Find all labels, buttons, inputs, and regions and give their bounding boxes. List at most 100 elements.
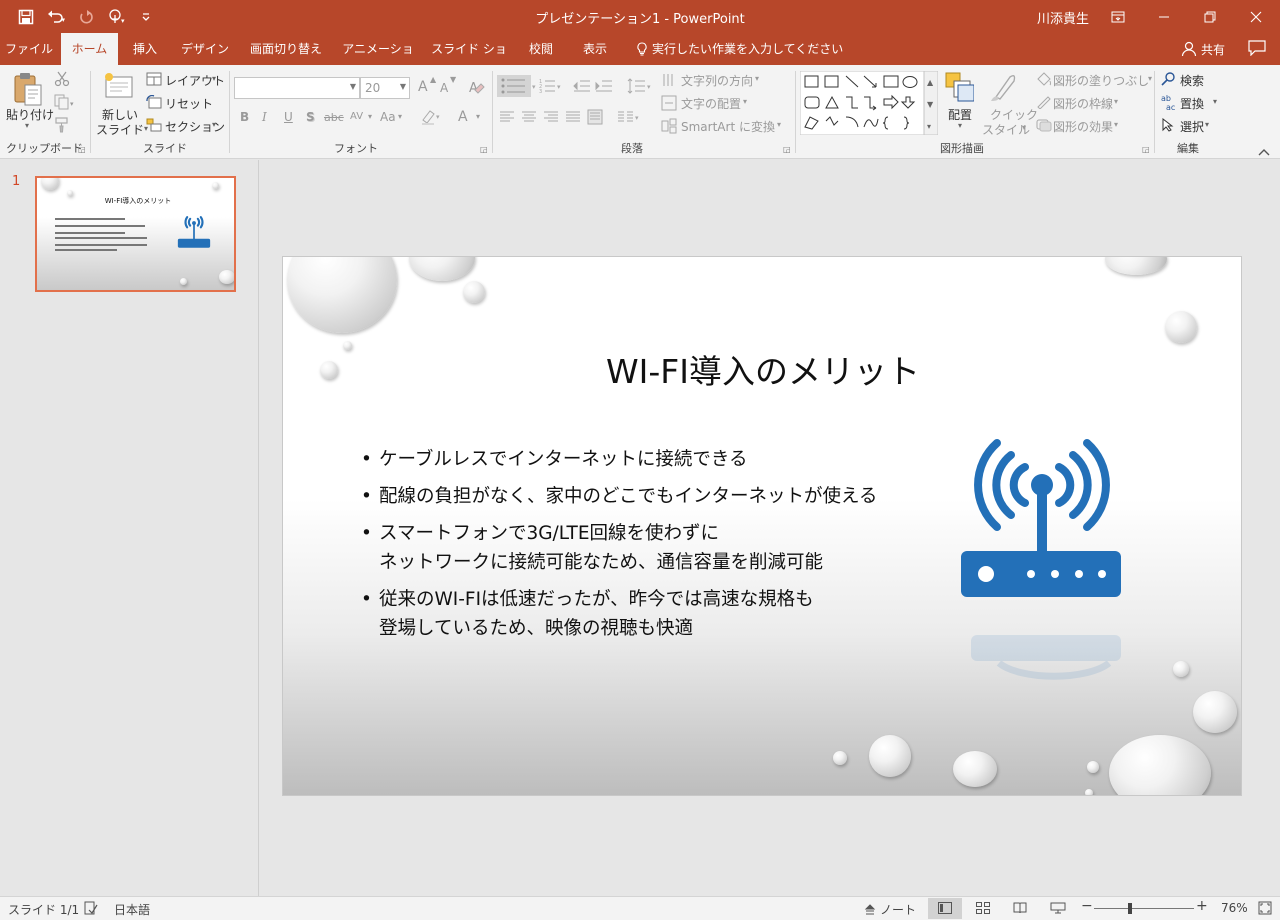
- paragraph-launcher-icon[interactable]: ◲: [783, 145, 791, 154]
- smartart-dropdown-icon[interactable]: ▾: [777, 120, 781, 129]
- slide-title[interactable]: WI-FI導入のメリット: [583, 345, 943, 393]
- font-color-button[interactable]: A: [458, 109, 468, 125]
- zoom-out-icon[interactable]: −: [1081, 898, 1093, 914]
- tab-design[interactable]: デザイン: [176, 33, 234, 65]
- fit-to-window-icon[interactable]: [1258, 901, 1272, 918]
- smartart-icon[interactable]: [661, 118, 677, 137]
- shape-fill-dropdown-icon[interactable]: ▾: [1148, 74, 1152, 83]
- ribbon-display-options-icon[interactable]: [1095, 0, 1141, 33]
- find-button[interactable]: 検索: [1180, 72, 1204, 89]
- normal-view-button[interactable]: [928, 898, 962, 919]
- select-button[interactable]: 選択: [1180, 118, 1204, 135]
- italic-button[interactable]: I: [262, 110, 267, 124]
- bullet-list[interactable]: ケーブルレスでインターネットに接続できる 配線の負担がなく、家中のどこでもインタ…: [361, 445, 921, 651]
- tell-me-box[interactable]: 実行したい作業を入力してください: [636, 33, 843, 65]
- copy-icon[interactable]: ▾: [54, 94, 76, 113]
- replace-button[interactable]: 置換: [1180, 95, 1204, 112]
- format-painter-icon[interactable]: [54, 117, 70, 136]
- layout-icon[interactable]: [146, 72, 162, 89]
- layout-dropdown-icon[interactable]: ▾: [212, 74, 216, 83]
- collapse-ribbon-icon[interactable]: [1258, 145, 1270, 159]
- decrease-indent-icon[interactable]: [573, 78, 591, 97]
- underline-button[interactable]: U: [284, 110, 293, 124]
- character-spacing-button[interactable]: AV: [350, 111, 363, 122]
- shapes-gallery[interactable]: ▲ ▼ ▾: [799, 70, 939, 138]
- align-center-icon[interactable]: [521, 110, 537, 127]
- paste-icon[interactable]: [12, 71, 44, 110]
- restore-icon[interactable]: [1187, 0, 1233, 33]
- comment-icon[interactable]: [1248, 40, 1266, 59]
- cursor-icon[interactable]: [1161, 117, 1175, 135]
- numbering-icon[interactable]: 1 2 3 ▾: [539, 78, 563, 97]
- minimize-icon[interactable]: [1141, 0, 1187, 33]
- font-launcher-icon[interactable]: ◲: [480, 145, 488, 154]
- select-dropdown-icon[interactable]: ▾: [1205, 120, 1209, 129]
- columns-icon[interactable]: ▾: [617, 110, 641, 127]
- new-slide-icon[interactable]: [103, 71, 135, 104]
- change-case-button[interactable]: Aa: [380, 110, 396, 124]
- highlight-icon[interactable]: ▾: [420, 108, 442, 129]
- shape-outline-dropdown-icon[interactable]: ▾: [1114, 97, 1118, 106]
- zoom-slider[interactable]: [1094, 908, 1194, 909]
- tab-transitions[interactable]: 画面切り替え: [244, 33, 328, 65]
- close-icon[interactable]: [1233, 0, 1279, 33]
- quick-styles-dropdown-icon[interactable]: ▾: [1022, 123, 1026, 132]
- customize-qat-icon[interactable]: [134, 6, 158, 28]
- distributed-icon[interactable]: [587, 109, 603, 128]
- grow-font-icon[interactable]: A: [418, 79, 428, 95]
- shape-effects-dropdown-icon[interactable]: ▾: [1114, 120, 1118, 129]
- reset-icon[interactable]: [146, 94, 162, 112]
- spelling-check-icon[interactable]: [84, 901, 98, 918]
- paste-button[interactable]: 貼り付け: [6, 106, 54, 123]
- paste-dropdown-icon[interactable]: ▾: [25, 121, 29, 130]
- search-icon[interactable]: [1161, 72, 1177, 89]
- undo-icon[interactable]: ▾: [44, 6, 68, 28]
- replace-dropdown-icon[interactable]: ▾: [1213, 97, 1217, 106]
- text-direction-dropdown-icon[interactable]: ▾: [755, 74, 759, 83]
- bullets-icon[interactable]: ▾: [497, 75, 537, 100]
- clipboard-launcher-icon[interactable]: ◲: [78, 145, 86, 154]
- reset-button[interactable]: リセット: [165, 95, 213, 112]
- strikethrough-button[interactable]: abc: [324, 111, 344, 124]
- redo-icon[interactable]: [74, 6, 98, 28]
- tab-insert[interactable]: 挿入: [124, 33, 166, 65]
- zoom-slider-thumb[interactable]: [1128, 903, 1132, 914]
- paint-bucket-icon[interactable]: [1036, 72, 1052, 89]
- slide-count[interactable]: スライド 1/1: [8, 901, 79, 918]
- tab-review[interactable]: 校閲: [520, 33, 562, 65]
- reading-view-icon[interactable]: [1013, 902, 1027, 917]
- drawing-launcher-icon[interactable]: ◲: [1142, 145, 1150, 154]
- share-button[interactable]: 共有: [1181, 33, 1225, 65]
- language-indicator[interactable]: 日本語: [114, 901, 150, 918]
- save-icon[interactable]: [14, 6, 38, 28]
- user-name[interactable]: 川添貴生: [1037, 8, 1089, 27]
- text-shadow-button[interactable]: S: [306, 110, 315, 124]
- slide-thumbnail[interactable]: WI-FI導入のメリット: [35, 176, 236, 292]
- arrange-dropdown-icon[interactable]: ▾: [958, 121, 962, 130]
- font-size-combo[interactable]: 20 ▼: [360, 77, 410, 99]
- increase-indent-icon[interactable]: [595, 78, 613, 97]
- tab-view[interactable]: 表示: [572, 33, 618, 65]
- character-spacing-dropdown-icon[interactable]: ▾: [368, 112, 372, 121]
- shape-fill-button[interactable]: 図形の塗りつぶし: [1053, 72, 1149, 89]
- slide-sorter-icon[interactable]: [976, 902, 990, 917]
- slideshow-view-icon[interactable]: [1050, 902, 1066, 917]
- text-direction-icon[interactable]: [661, 72, 677, 91]
- shrink-font-icon[interactable]: A: [440, 81, 448, 95]
- shape-effects-icon[interactable]: [1036, 118, 1052, 135]
- replace-icon[interactable]: ab ac: [1161, 93, 1179, 114]
- tab-file[interactable]: ファイル: [0, 33, 58, 65]
- pen-icon[interactable]: [1036, 95, 1052, 112]
- justify-icon[interactable]: [565, 110, 581, 127]
- align-left-icon[interactable]: [499, 110, 515, 127]
- text-direction-button[interactable]: 文字列の方向: [681, 72, 753, 89]
- align-right-icon[interactable]: [543, 110, 559, 127]
- slide-canvas[interactable]: WI-FI導入のメリット ケーブルレスでインターネットに接続できる 配線の負担が…: [282, 256, 1242, 796]
- touch-mode-icon[interactable]: ▾: [104, 6, 128, 28]
- zoom-level[interactable]: 76%: [1221, 901, 1248, 915]
- section-dropdown-icon[interactable]: ▾: [212, 120, 216, 129]
- align-text-icon[interactable]: [661, 95, 677, 114]
- align-text-dropdown-icon[interactable]: ▾: [743, 97, 747, 106]
- font-color-dropdown-icon[interactable]: ▾: [476, 112, 480, 121]
- line-spacing-icon[interactable]: ▾: [627, 78, 653, 97]
